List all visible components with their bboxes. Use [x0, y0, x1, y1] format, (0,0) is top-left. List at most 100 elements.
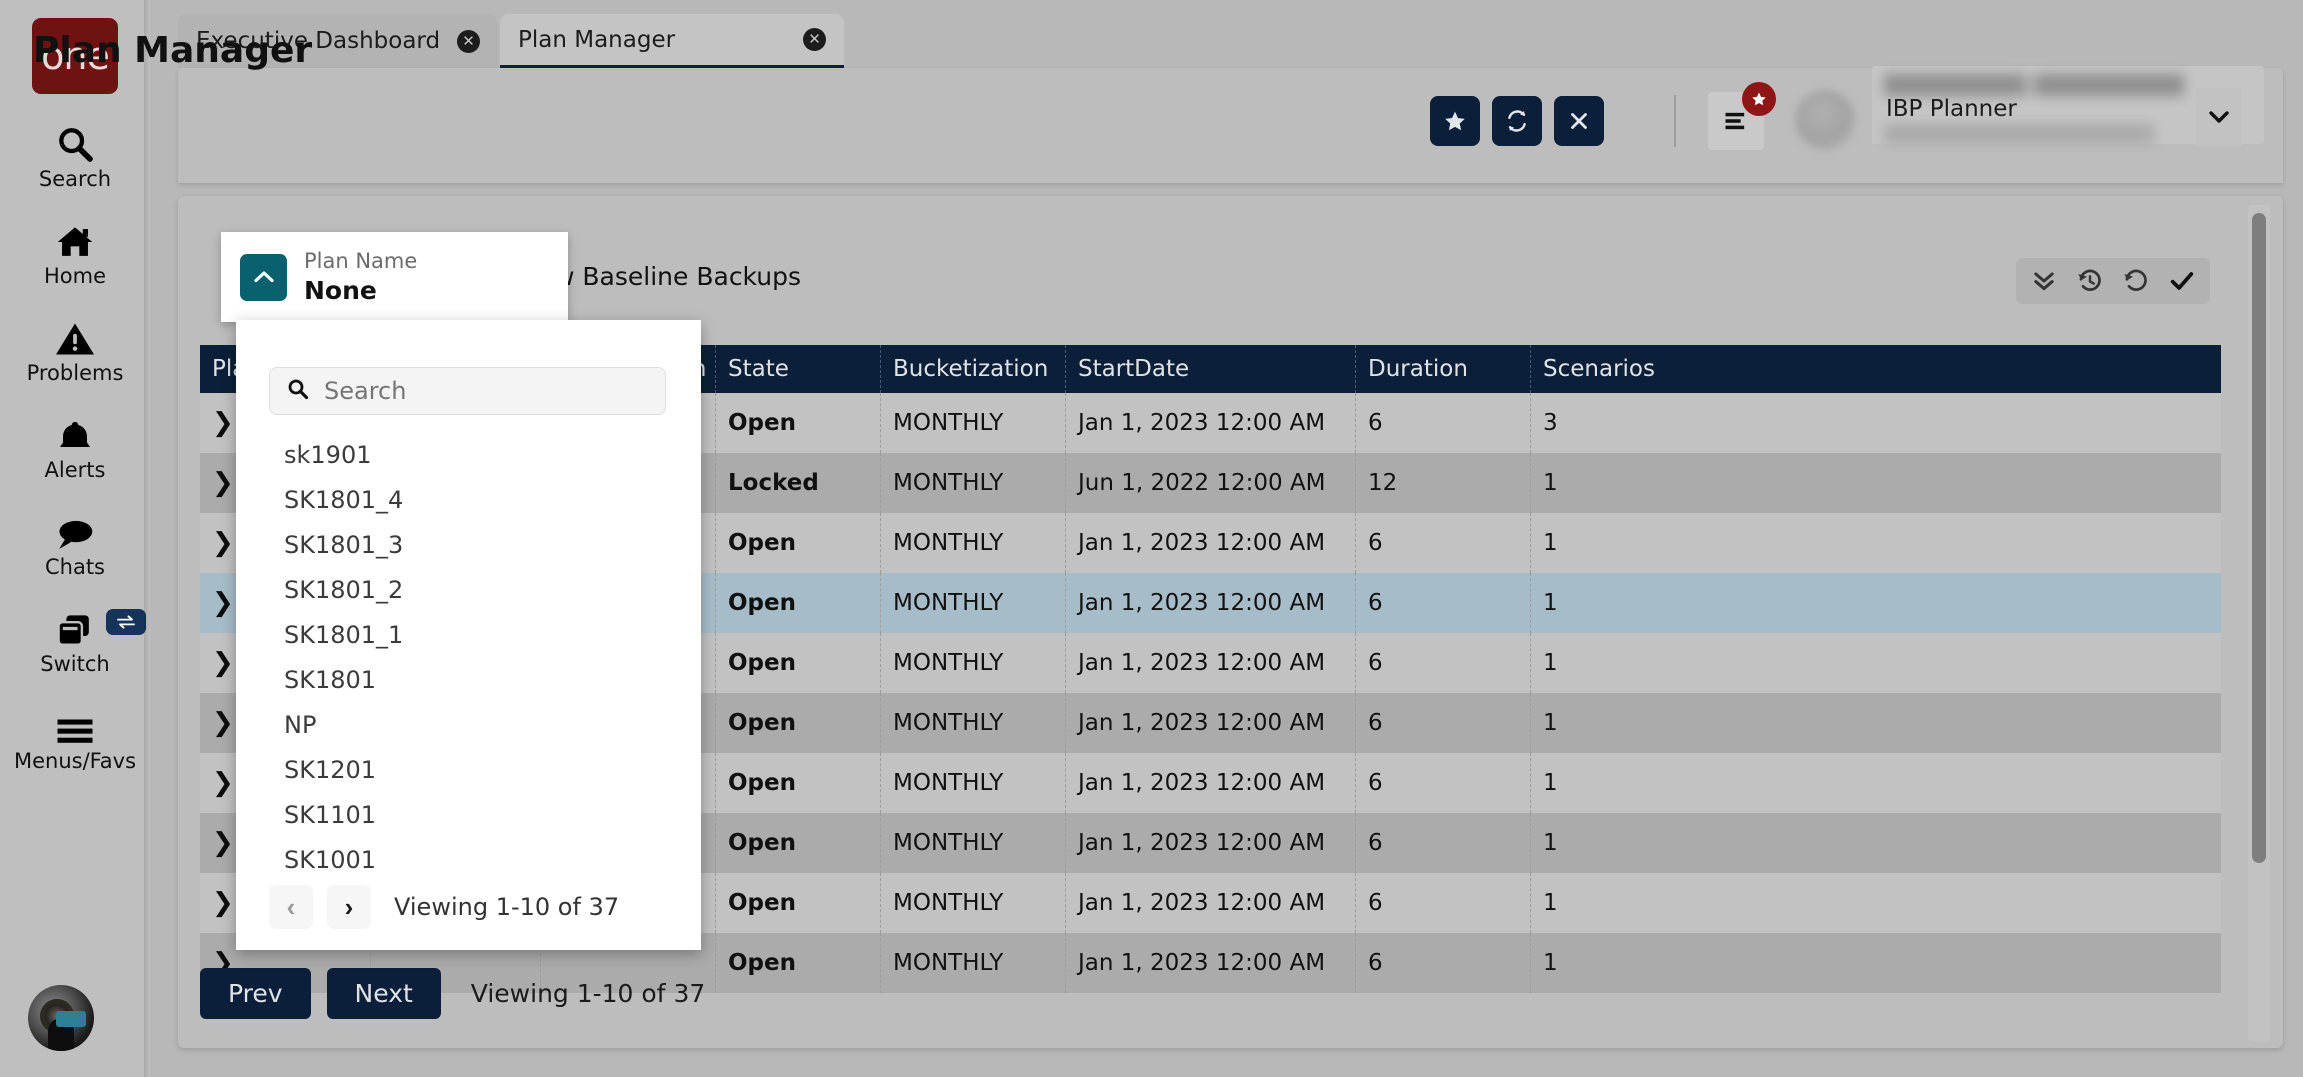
table-cell-duration: 6 — [1355, 933, 1530, 993]
table-pagination: Prev Next Viewing 1-10 of 37 — [200, 968, 705, 1019]
table-cell-state: Open — [715, 753, 880, 813]
row-expand-chevron-icon[interactable]: ❯ — [212, 408, 234, 438]
table-cell-state: Open — [715, 633, 880, 693]
user-role-label: IBP Planner — [1886, 96, 2017, 122]
close-button[interactable] — [1554, 96, 1604, 146]
table-cell-state: Open — [715, 513, 880, 573]
row-expand-chevron-icon[interactable]: ❯ — [212, 828, 234, 858]
plan-name-select[interactable]: Plan Name None — [221, 232, 568, 322]
table-cell-scenarios: 1 — [1530, 753, 1680, 813]
table-cell-start-date: Jan 1, 2023 12:00 AM — [1065, 873, 1355, 933]
sidebar-item-search[interactable]: Search — [0, 120, 150, 191]
plan-option-item[interactable]: SK1801_3 — [236, 522, 701, 567]
table-cell-state: Open — [715, 873, 880, 933]
plan-option-item[interactable]: NP — [236, 702, 701, 747]
sidebar-item-switch[interactable]: Switch — [0, 605, 150, 676]
table-cell-state: Open — [715, 573, 880, 633]
header-action-buttons — [1430, 96, 1604, 146]
home-icon — [54, 217, 96, 261]
plan-search-field[interactable] — [269, 367, 666, 415]
sidebar-item-menus-favs[interactable]: Menus/Favs — [0, 702, 150, 773]
scrollbar-thumb[interactable] — [2252, 213, 2266, 863]
plan-option-item[interactable]: SK1201 — [236, 747, 701, 792]
table-column-header[interactable]: StartDate — [1065, 345, 1355, 393]
table-cell-scenarios: 1 — [1530, 933, 1680, 993]
tab-plan-manager[interactable]: Plan Manager ✕ — [500, 14, 844, 68]
user-menu-toggle[interactable] — [2196, 88, 2242, 146]
table-cell-start-date: Jan 1, 2023 12:00 AM — [1065, 813, 1355, 873]
sidebar-item-home[interactable]: Home — [0, 217, 150, 288]
sidebar-item-problems[interactable]: Problems — [0, 314, 150, 385]
table-column-header[interactable]: Bucketization — [880, 345, 1065, 393]
table-cell-duration: 6 — [1355, 813, 1530, 873]
refresh-button[interactable] — [1492, 96, 1542, 146]
user-name-redacted — [1884, 74, 2184, 96]
sidebar-item-alerts[interactable]: Alerts — [0, 411, 150, 482]
table-cell-duration: 6 — [1355, 753, 1530, 813]
table-cell-scenarios: 1 — [1530, 873, 1680, 933]
table-cell-scenarios: 1 — [1530, 453, 1680, 513]
tab-strip: Executive Dashboard ✕ Plan Manager ✕ — [150, 0, 2303, 68]
row-expand-chevron-icon[interactable]: ❯ — [212, 768, 234, 798]
favorite-button[interactable] — [1430, 96, 1480, 146]
row-expand-chevron-icon[interactable]: ❯ — [212, 588, 234, 618]
table-cell-bucketization: MONTHLY — [880, 933, 1065, 993]
table-cell-bucketization: MONTHLY — [880, 513, 1065, 573]
next-page-button[interactable]: Next — [327, 968, 441, 1019]
plan-name-value: None — [304, 275, 417, 306]
undo-icon[interactable] — [2117, 262, 2155, 300]
table-column-header[interactable]: Scenarios — [1530, 345, 1680, 393]
row-expand-chevron-icon[interactable]: ❯ — [212, 708, 234, 738]
switch-windows-icon — [54, 605, 96, 649]
table-cell-duration: 6 — [1355, 873, 1530, 933]
sidebar-item-label: Alerts — [45, 458, 106, 482]
close-icon[interactable]: ✕ — [803, 28, 826, 51]
confirm-check-icon[interactable] — [2163, 262, 2201, 300]
table-column-header[interactable]: State — [715, 345, 880, 393]
dropdown-viewing-label: Viewing 1-10 of 37 — [394, 893, 619, 921]
pagination-viewing-label: Viewing 1-10 of 37 — [471, 979, 705, 1008]
row-expand-chevron-icon[interactable]: ❯ — [212, 528, 234, 558]
table-cell-duration: 6 — [1355, 693, 1530, 753]
close-icon[interactable]: ✕ — [457, 30, 480, 53]
bell-icon — [55, 411, 95, 455]
table-cell-start-date: Jan 1, 2023 12:00 AM — [1065, 573, 1355, 633]
prev-page-button[interactable]: Prev — [200, 968, 311, 1019]
plan-option-item[interactable]: SK1801_2 — [236, 567, 701, 612]
table-cell-duration: 6 — [1355, 393, 1530, 453]
table-cell-start-date: Jan 1, 2023 12:00 AM — [1065, 753, 1355, 813]
swap-arrows-icon[interactable] — [106, 609, 146, 635]
table-cell-state: Open — [715, 813, 880, 873]
table-column-header[interactable]: Duration — [1355, 345, 1530, 393]
table-cell-bucketization: MONTHLY — [880, 693, 1065, 753]
table-vertical-scrollbar[interactable] — [2248, 205, 2270, 1041]
collapse-all-icon[interactable] — [2025, 262, 2063, 300]
row-expand-chevron-icon[interactable]: ❯ — [212, 648, 234, 678]
plan-search-input[interactable] — [324, 377, 634, 405]
table-cell-start-date: Jan 1, 2023 12:00 AM — [1065, 693, 1355, 753]
table-cell-bucketization: MONTHLY — [880, 753, 1065, 813]
dropdown-pagination: ‹ › Viewing 1-10 of 37 — [269, 885, 619, 929]
table-cell-start-date: Jan 1, 2023 12:00 AM — [1065, 513, 1355, 573]
x-icon — [1566, 108, 1592, 134]
sidebar-user-avatar[interactable] — [28, 985, 94, 1051]
dropdown-prev-button[interactable]: ‹ — [269, 885, 313, 929]
row-expand-chevron-icon[interactable]: ❯ — [212, 888, 234, 918]
dropdown-next-button[interactable]: › — [327, 885, 371, 929]
plan-option-item[interactable]: SK1001 — [236, 837, 701, 882]
plan-option-item[interactable]: SK1801_1 — [236, 612, 701, 657]
table-cell-start-date: Jun 1, 2022 12:00 AM — [1065, 453, 1355, 513]
plan-option-item[interactable]: SK1101 — [236, 792, 701, 837]
plan-option-item[interactable]: SK1801_4 — [236, 477, 701, 522]
table-cell-scenarios: 3 — [1530, 393, 1680, 453]
row-expand-chevron-icon[interactable]: ❯ — [212, 468, 234, 498]
plan-option-item[interactable]: sk1901 — [236, 432, 701, 477]
header-user-avatar[interactable] — [1795, 90, 1855, 150]
history-icon[interactable] — [2071, 262, 2109, 300]
table-cell-bucketization: MONTHLY — [880, 573, 1065, 633]
avatar-visor — [56, 1011, 86, 1027]
chevron-up-icon[interactable] — [240, 254, 287, 301]
sidebar-item-chats[interactable]: Chats — [0, 508, 150, 579]
plan-option-item[interactable]: SK1801 — [236, 657, 701, 702]
header-menu-badge — [1742, 82, 1776, 116]
